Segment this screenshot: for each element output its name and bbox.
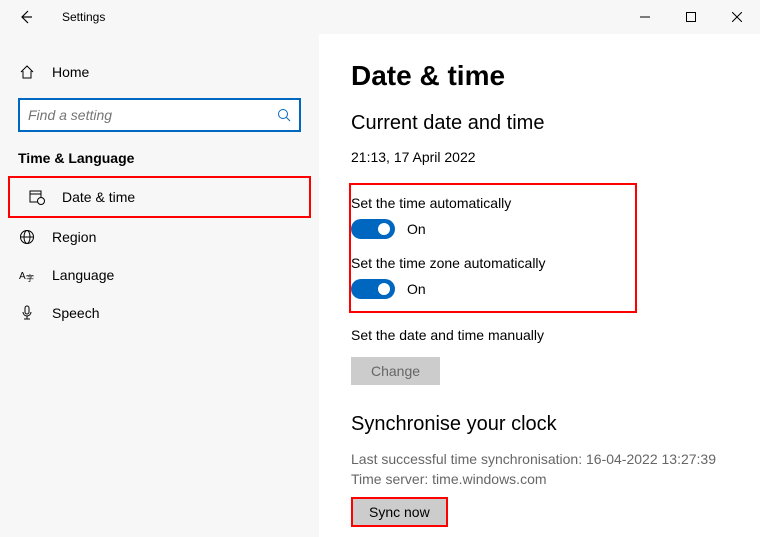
- auto-time-toggle[interactable]: [351, 219, 395, 239]
- auto-time-state: On: [407, 221, 426, 237]
- search-input[interactable]: [28, 107, 277, 123]
- sync-server: Time server: time.windows.com: [351, 470, 732, 490]
- search-icon: [277, 108, 291, 122]
- nav-speech[interactable]: Speech: [0, 294, 319, 332]
- page-title: Date & time: [351, 60, 732, 92]
- nav-label: Speech: [52, 305, 99, 321]
- nav-date-time[interactable]: Date & time: [8, 176, 311, 218]
- maximize-button[interactable]: [668, 0, 714, 34]
- auto-tz-label: Set the time zone automatically: [351, 255, 623, 271]
- nav-label: Date & time: [62, 189, 135, 205]
- language-icon: A字: [18, 267, 36, 283]
- sync-now-button[interactable]: Sync now: [351, 497, 448, 527]
- manual-label: Set the date and time manually: [351, 327, 732, 343]
- home-label: Home: [52, 64, 89, 80]
- window-title: Settings: [62, 10, 105, 24]
- sidebar: Home Time & Language Date & time Region: [0, 34, 319, 537]
- current-datetime: 21:13, 17 April 2022: [351, 149, 732, 165]
- auto-tz-toggle[interactable]: [351, 279, 395, 299]
- svg-text:字: 字: [26, 273, 34, 283]
- close-button[interactable]: [714, 0, 760, 34]
- content-area: Date & time Current date and time 21:13,…: [319, 34, 760, 537]
- nav-region[interactable]: Region: [0, 218, 319, 256]
- auto-time-label: Set the time automatically: [351, 195, 623, 211]
- microphone-icon: [18, 305, 36, 321]
- nav-language[interactable]: A字 Language: [0, 256, 319, 294]
- svg-text:A: A: [19, 271, 26, 282]
- category-heading: Time & Language: [0, 150, 319, 176]
- home-icon: [18, 64, 36, 80]
- nav-label: Language: [52, 267, 114, 283]
- search-box[interactable]: [18, 98, 301, 132]
- back-button[interactable]: [18, 9, 40, 25]
- auto-tz-state: On: [407, 281, 426, 297]
- change-button: Change: [351, 357, 440, 385]
- auto-settings-block: Set the time automatically On Set the ti…: [349, 183, 637, 313]
- home-nav[interactable]: Home: [0, 54, 319, 90]
- calendar-clock-icon: [28, 189, 46, 205]
- section-subtitle: Current date and time: [351, 112, 732, 135]
- minimize-button[interactable]: [622, 0, 668, 34]
- nav-label: Region: [52, 229, 96, 245]
- sync-last: Last successful time synchronisation: 16…: [351, 450, 732, 470]
- sync-title: Synchronise your clock: [351, 413, 732, 436]
- globe-icon: [18, 229, 36, 245]
